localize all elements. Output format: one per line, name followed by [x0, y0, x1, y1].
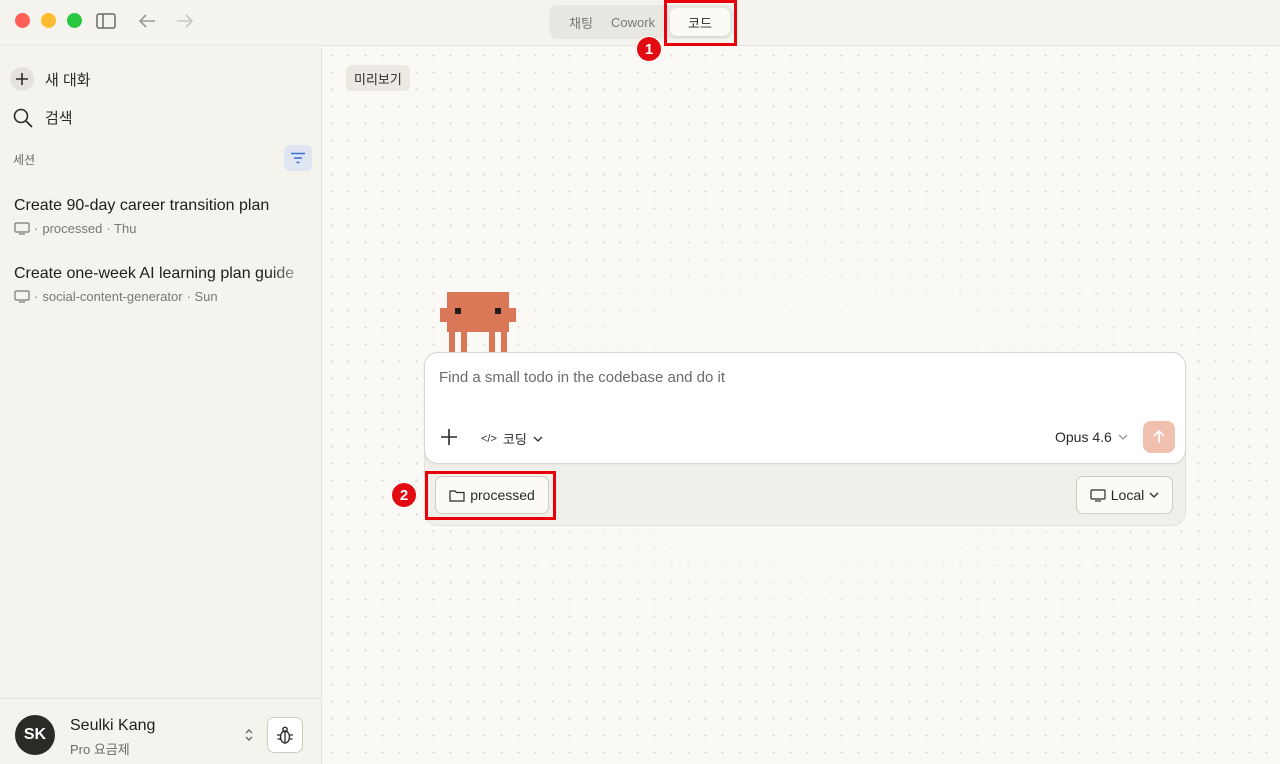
session-title: Create 90-day career transition plan [14, 197, 270, 214]
minimize-window-button[interactable] [41, 13, 56, 28]
session-title: Create one-week AI learning plan guide [14, 265, 295, 282]
bug-report-button[interactable] [267, 717, 303, 753]
new-chat-label: 새 대화 [45, 71, 91, 89]
model-label: Opus 4.6 [1055, 429, 1112, 445]
session-time: · Sun [186, 289, 218, 304]
chevron-down-icon [1149, 492, 1159, 498]
tab-chat[interactable]: 채팅 [559, 8, 603, 36]
mode-label: 코딩 [502, 432, 527, 447]
search-label: 검색 [45, 110, 73, 127]
user-name[interactable]: Seulki Kang [70, 717, 155, 735]
highlight-box-folder [425, 471, 556, 520]
chevron-updown-icon[interactable] [243, 727, 255, 748]
avatar[interactable]: SK [15, 715, 55, 755]
session-project: social-content-generator [42, 289, 183, 304]
preview-button[interactable]: 미리보기 [346, 65, 410, 91]
filter-icon [291, 152, 305, 164]
sidebar: 새 대화 검색 세션 Create 90-day career transiti… [0, 47, 322, 764]
environment-dropdown[interactable]: Local [1076, 476, 1173, 514]
annotation-badge-1: 1 [636, 36, 662, 62]
maximize-window-button[interactable] [67, 13, 82, 28]
prompt-input[interactable] [439, 369, 1139, 386]
bug-icon [277, 726, 293, 744]
new-chat-button[interactable]: 새 대화 [10, 67, 91, 91]
back-arrow-icon[interactable] [136, 10, 158, 32]
environment-label: Local [1110, 487, 1145, 503]
session-project: processed [42, 221, 103, 236]
mode-dropdown[interactable]: </> 코딩 [481, 429, 543, 448]
annotation-badge-2: 2 [391, 482, 417, 508]
close-window-button[interactable] [15, 13, 30, 28]
arrow-up-icon [1153, 430, 1165, 443]
filter-button[interactable] [284, 145, 312, 171]
monitor-icon [1090, 488, 1106, 502]
plus-icon [441, 429, 457, 445]
model-dropdown[interactable]: Opus 4.6 [1055, 429, 1128, 445]
session-item[interactable]: Create one-week AI learning plan guide ·… [14, 265, 314, 304]
monitor-icon [14, 222, 30, 235]
search-button[interactable]: 검색 [13, 107, 73, 128]
plus-icon [10, 67, 34, 91]
add-attachment-button[interactable] [439, 427, 459, 452]
composer: </> 코딩 Opus 4.6 [424, 352, 1186, 464]
code-icon: </> [481, 432, 497, 445]
tab-cowork[interactable]: Cowork [611, 8, 663, 36]
sessions-section-label: 세션 [13, 153, 36, 167]
user-footer: SK Seulki Kang Pro 요금제 [0, 698, 322, 764]
forward-arrow-icon[interactable] [174, 10, 196, 32]
chevron-down-icon [1118, 434, 1128, 440]
search-icon [13, 108, 33, 128]
chevron-down-icon [533, 436, 543, 442]
user-plan: Pro 요금제 [70, 742, 130, 757]
monitor-icon [14, 290, 30, 303]
session-time: · Thu [106, 221, 137, 236]
mascot-icon [440, 292, 516, 357]
session-item[interactable]: Create 90-day career transition plan · p… [14, 197, 314, 236]
highlight-box-code-tab [664, 0, 737, 46]
sidebar-toggle-icon[interactable] [95, 10, 117, 32]
send-button[interactable] [1143, 421, 1175, 453]
